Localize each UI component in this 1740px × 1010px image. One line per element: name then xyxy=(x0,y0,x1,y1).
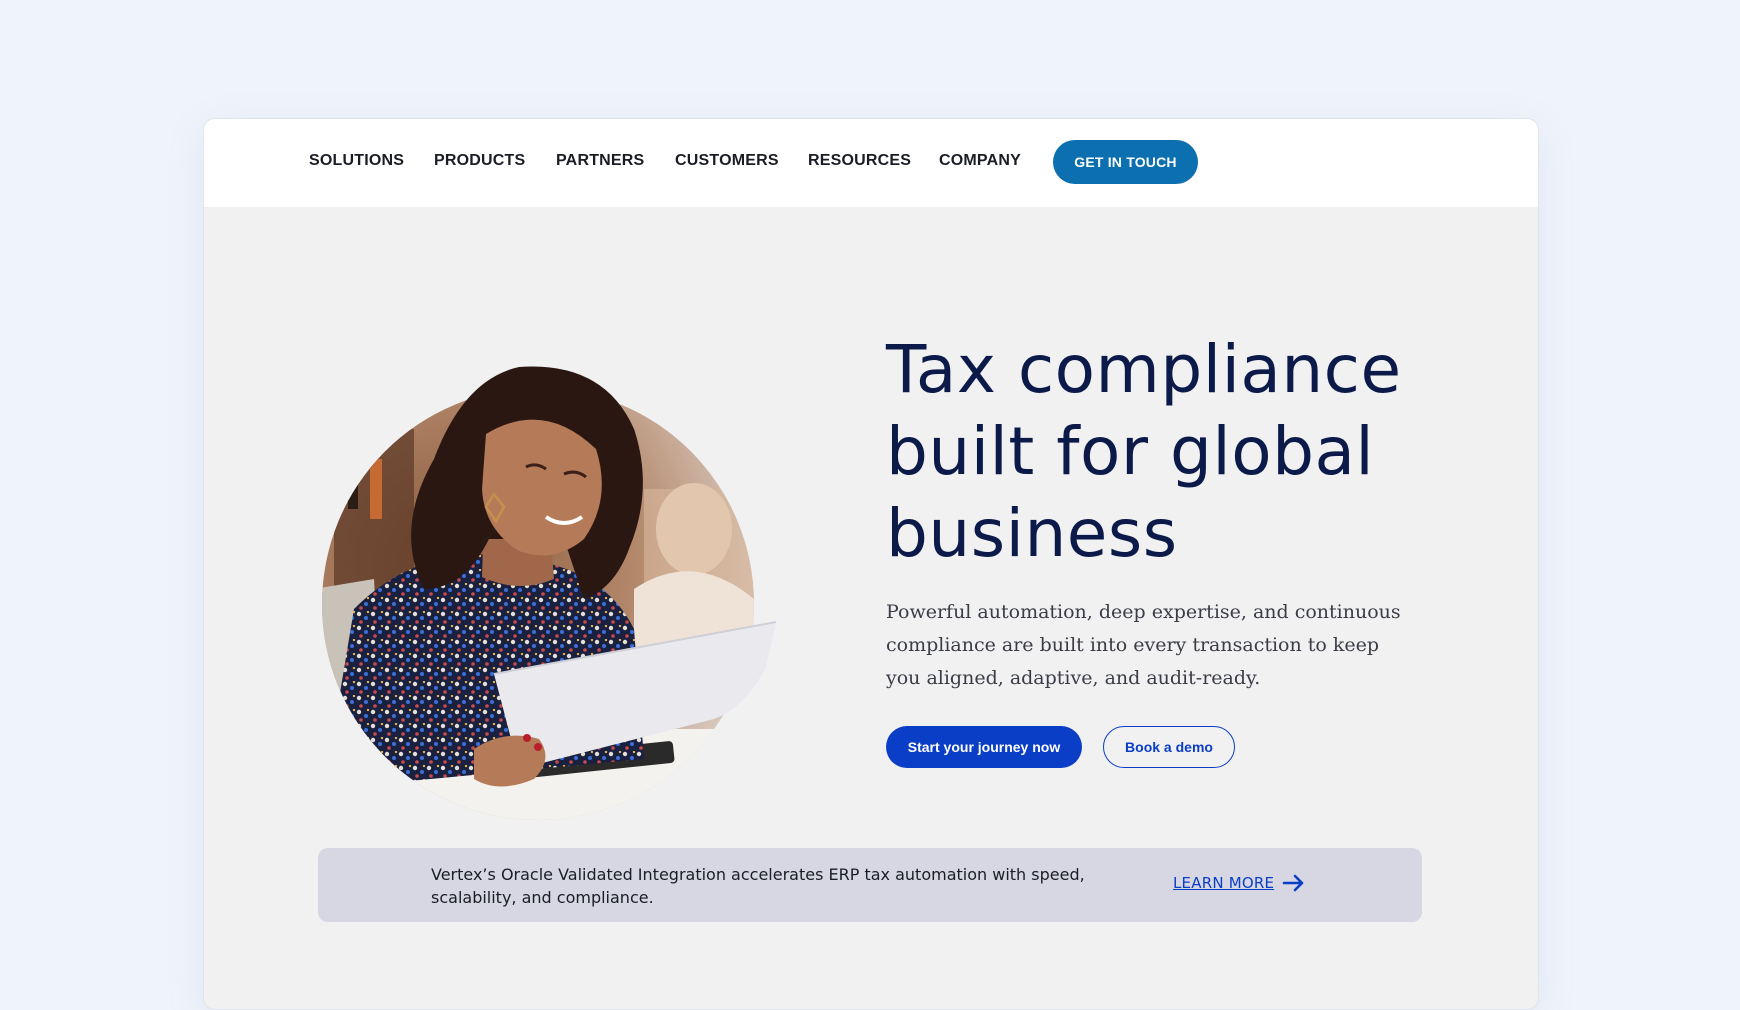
learn-more-link[interactable]: LEARN MORE xyxy=(1173,874,1306,892)
nav-item-products[interactable]: PRODUCTS xyxy=(434,152,525,170)
hero-title-line-2: built for global xyxy=(886,413,1375,490)
top-navigation: SOLUTIONS PRODUCTS PARTNERS CUSTOMERS RE… xyxy=(204,119,1538,207)
nav-item-solutions[interactable]: SOLUTIONS xyxy=(309,152,404,170)
nav-item-company[interactable]: COMPANY xyxy=(939,152,1021,170)
nav-item-partners[interactable]: PARTNERS xyxy=(556,152,644,170)
banner-text: Vertex’s Oracle Validated Integration ac… xyxy=(431,865,1085,907)
website-frame: SOLUTIONS PRODUCTS PARTNERS CUSTOMERS RE… xyxy=(203,118,1539,1010)
hero-photo xyxy=(322,366,777,820)
start-journey-button[interactable]: Start your journey now xyxy=(886,726,1082,768)
hero-title-line-3: business xyxy=(886,495,1178,572)
nav-item-resources[interactable]: RESOURCES xyxy=(808,152,911,170)
arrow-right-icon[interactable] xyxy=(1282,874,1306,892)
hero-title-line-1: Tax compliance xyxy=(886,331,1402,408)
book-demo-button[interactable]: Book a demo xyxy=(1103,726,1235,768)
announcement-banner: Vertex’s Oracle Validated Integration ac… xyxy=(318,848,1422,922)
hero-title: Tax compliance built for global business xyxy=(886,329,1486,575)
nav-item-customers[interactable]: CUSTOMERS xyxy=(675,152,779,170)
learn-more-label[interactable]: LEARN MORE xyxy=(1173,874,1274,892)
get-in-touch-button[interactable]: GET IN TOUCH xyxy=(1053,140,1198,184)
hero-subtitle: Powerful automation, deep expertise, and… xyxy=(886,601,1401,689)
